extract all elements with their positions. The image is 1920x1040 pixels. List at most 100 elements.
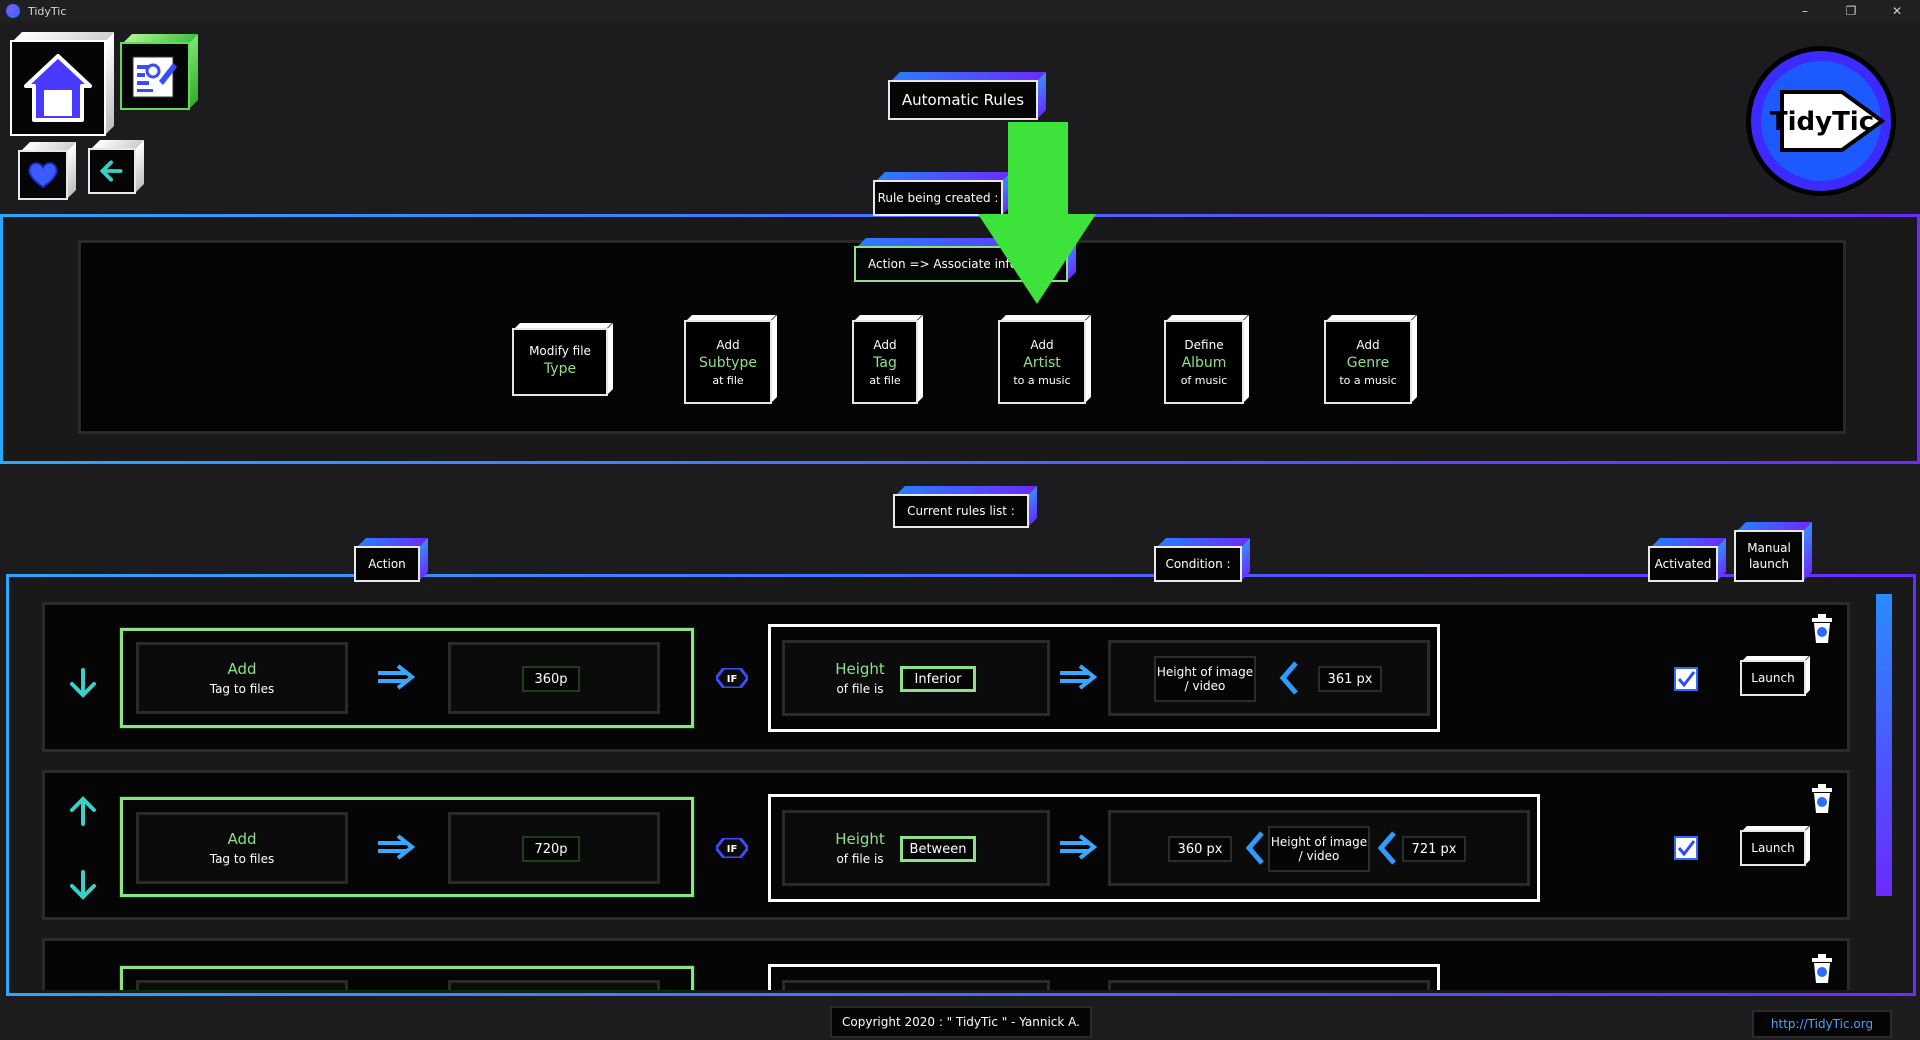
action-column-label: Action — [368, 557, 406, 571]
rule-value-cell — [448, 980, 660, 990]
btn-line2: Subtype — [699, 354, 757, 371]
rule-edit-icon — [132, 56, 177, 98]
trash-icon[interactable] — [1808, 784, 1836, 814]
rule-action-title: Add — [227, 830, 257, 848]
website-link[interactable]: http://TidyTic.org — [1752, 1010, 1892, 1038]
rule-condition-text: Height of file is — [808, 660, 912, 696]
rule-limit-pill: 361 px — [1318, 666, 1382, 692]
home-icon — [24, 54, 92, 122]
rule-condition-title: Height — [835, 830, 885, 848]
title-bar: TidyTic – ❐ ✕ — [0, 0, 1920, 22]
rule-action-cell — [136, 980, 348, 990]
rule-condition-subtitle: of file is — [836, 682, 884, 696]
move-down-icon[interactable] — [66, 868, 100, 902]
tidytic-logo: TidyTic — [1746, 46, 1896, 196]
btn-line2: Genre — [1346, 354, 1390, 371]
rule-action-text: Add Tag to files — [136, 830, 348, 866]
rule-action-title: Add — [227, 660, 257, 678]
home-button[interactable] — [10, 40, 106, 136]
double-arrow-right-icon — [1060, 664, 1098, 690]
condition-column-label: Condition : — [1165, 557, 1231, 571]
close-button[interactable]: ✕ — [1874, 0, 1920, 22]
rule-operator-pill[interactable]: Between — [900, 836, 976, 862]
less-than-icon — [1279, 661, 1298, 695]
launch-button[interactable]: Launch — [1740, 660, 1806, 696]
double-arrow-right-icon — [1060, 834, 1098, 860]
rule-condition-text: Height of file is — [808, 830, 912, 866]
condition-column-header: Condition : — [1154, 546, 1242, 582]
btn-line2: Artist — [1023, 354, 1061, 371]
double-arrow-right-icon — [378, 834, 416, 860]
rule-target-pill: Height of image / video — [1268, 826, 1370, 872]
automatic-rules-button[interactable] — [120, 42, 190, 110]
btn-line2: Tag — [873, 354, 897, 371]
rule-operator-pill[interactable]: Inferior — [900, 666, 976, 692]
btn-line1: Add — [716, 337, 740, 352]
back-button[interactable] — [88, 148, 136, 194]
move-down-icon[interactable] — [66, 666, 100, 700]
modify-file-type-button[interactable]: Modify file Type — [512, 328, 608, 396]
current-rules-label-box: Current rules list : — [893, 494, 1029, 528]
btn-line3: to a music — [1013, 373, 1071, 387]
btn-line3: of music — [1180, 373, 1228, 387]
btn-line2: Type — [543, 361, 577, 377]
activated-column-label: Activated — [1654, 557, 1712, 571]
btn-line3: at file — [712, 373, 744, 387]
rules-scrollbar[interactable] — [1876, 594, 1892, 896]
copyright-text: Copyright 2020 : " TidyTic " - Yannick A… — [830, 1006, 1092, 1038]
current-rules-label: Current rules list : — [907, 504, 1015, 518]
rule-target-cell — [1108, 980, 1430, 990]
manual-launch-column-label: Manual launch — [1747, 541, 1791, 571]
btn-line3: at file — [869, 373, 901, 387]
favorites-button[interactable] — [18, 150, 68, 200]
rule-condition-subtitle: of file is — [836, 852, 884, 866]
activated-checkbox[interactable] — [1674, 836, 1698, 860]
rule-target-pill: Height of image / video — [1154, 656, 1256, 702]
less-than-icon — [1377, 831, 1396, 865]
page-title: Automatic Rules — [901, 91, 1025, 109]
page-title-box: Automatic Rules — [888, 80, 1038, 120]
btn-line1: Add — [1030, 337, 1054, 352]
btn-line1: Define — [1184, 337, 1224, 352]
rule-action-subtitle: Tag to files — [209, 852, 275, 866]
rule-condition-cell — [782, 980, 1050, 990]
trash-icon[interactable] — [1808, 954, 1836, 984]
btn-line2: Album — [1181, 354, 1227, 371]
define-album-button[interactable]: Define Album of music — [1164, 320, 1244, 404]
rule-value-pill: 720p — [522, 836, 580, 862]
btn-line1: Add — [873, 337, 897, 352]
btn-line3: to a music — [1339, 373, 1397, 387]
add-subtype-button[interactable]: Add Subtype at file — [684, 320, 772, 404]
rule-low-pill: 360 px — [1168, 836, 1232, 862]
rule-value-pill: 360p — [522, 666, 580, 692]
maximize-button[interactable]: ❐ — [1828, 0, 1874, 22]
if-icon: IF — [716, 668, 748, 688]
add-artist-button[interactable]: Add Artist to a music — [998, 320, 1086, 404]
btn-line1: Add — [1356, 337, 1380, 352]
heart-icon — [28, 162, 58, 189]
add-genre-button[interactable]: Add Genre to a music — [1324, 320, 1412, 404]
manual-launch-column-header: Manual launch — [1734, 530, 1804, 582]
rule-action-text: Add Tag to files — [136, 660, 348, 696]
app-icon — [6, 4, 20, 18]
double-arrow-right-icon — [378, 664, 416, 690]
svg-text:IF: IF — [727, 844, 738, 855]
move-up-icon[interactable] — [66, 794, 100, 828]
rule-limit-pill: 721 px — [1402, 836, 1466, 862]
btn-line1: Modify file — [529, 344, 591, 358]
activated-checkbox[interactable] — [1674, 667, 1698, 691]
trash-icon[interactable] — [1808, 614, 1836, 644]
svg-text:IF: IF — [727, 674, 738, 685]
if-icon: IF — [716, 838, 748, 858]
rule-condition-title: Height — [835, 660, 885, 678]
add-tag-button[interactable]: Add Tag at file — [852, 320, 918, 404]
logo-text: TidyTic — [1770, 107, 1874, 137]
minimize-button[interactable]: – — [1782, 0, 1828, 22]
activated-column-header: Activated — [1648, 546, 1718, 582]
window-title: TidyTic — [28, 4, 67, 18]
green-down-arrow-icon — [978, 122, 1096, 304]
arrow-left-icon — [99, 160, 123, 182]
less-than-icon — [1245, 831, 1264, 865]
rule-action-subtitle: Tag to files — [209, 682, 275, 696]
launch-button[interactable]: Launch — [1740, 830, 1806, 866]
